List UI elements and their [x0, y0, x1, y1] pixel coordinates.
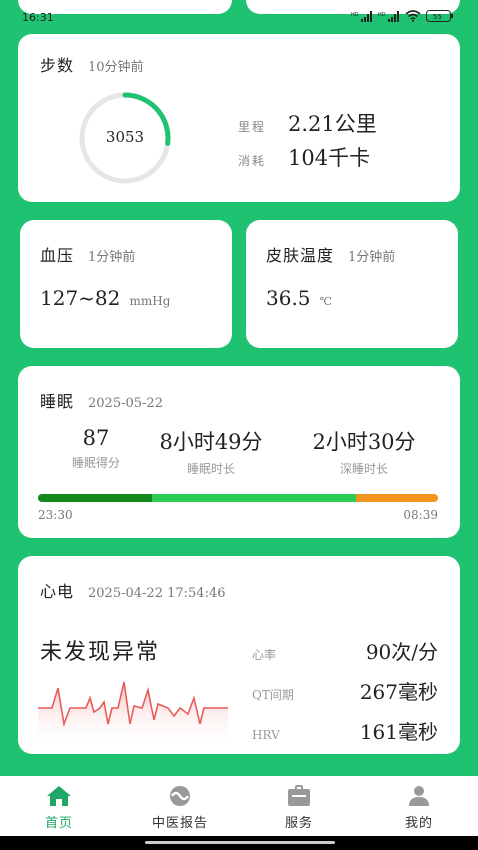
sleep-title: 睡眠	[40, 392, 75, 411]
status-bar: 16:31 HD HD 55	[22, 10, 454, 28]
sleep-duration-label: 睡眠时长	[186, 462, 235, 476]
skin-temp-value: 36.5	[266, 286, 311, 310]
qt-label: QT间期	[252, 688, 294, 702]
user-icon	[409, 786, 429, 806]
distance-label: 里程	[238, 120, 267, 134]
ecg-datetime: 2025-04-22 17:54:46	[88, 586, 226, 601]
skin-temp-title: 皮肤温度	[266, 246, 335, 265]
wifi-icon	[405, 10, 421, 22]
hr-label: 心率	[252, 648, 277, 662]
home-indicator[interactable]	[145, 841, 335, 844]
svg-text:55: 55	[433, 13, 442, 21]
qt-value: 267毫秒	[359, 680, 438, 704]
system-nav-bar	[0, 836, 478, 850]
ecg-waveform	[38, 681, 228, 748]
nav-report[interactable]: 中医报告	[135, 784, 225, 831]
steps-card[interactable]: 步数 10分钟前 3053 里程 2.21公里 消耗 104千卡	[18, 34, 460, 202]
hr-value: 90次/分	[365, 640, 438, 664]
sleep-start-time: 23:30	[38, 508, 73, 522]
sleep-date: 2025-05-22	[88, 396, 163, 411]
steps-time-ago: 10分钟前	[88, 60, 144, 75]
nav-home-label: 首页	[44, 816, 73, 831]
ecg-card[interactable]: 心电 2025-04-22 17:54:46 未发现异常 心率 90次/分 QT间…	[18, 556, 460, 754]
signal-icon-2: HD	[378, 10, 399, 22]
battery-icon: 55	[426, 10, 453, 22]
svg-text:HD: HD	[351, 12, 359, 18]
bottom-nav: 首页 中医报告 服务 我的	[0, 776, 478, 836]
sleep-card[interactable]: 睡眠 2025-05-22 87 睡眠得分 8小时49分 睡眠时长 2小时30分 …	[18, 366, 460, 538]
ecg-title: 心电	[40, 582, 75, 601]
briefcase-icon	[288, 785, 310, 806]
nav-home[interactable]: 首页	[14, 784, 104, 831]
nav-mine[interactable]: 我的	[374, 784, 464, 831]
taichi-icon	[170, 786, 190, 806]
skin-temp-card[interactable]: 皮肤温度 1分钟前 36.5 ℃	[246, 220, 458, 348]
bp-unit: mmHg	[129, 294, 171, 308]
sleep-end-time: 08:39	[403, 508, 438, 522]
hrv-label: HRV	[252, 728, 280, 742]
svg-text:HD: HD	[378, 12, 386, 18]
distance-value: 2.21公里	[288, 112, 377, 136]
status-time: 16:31	[22, 11, 54, 24]
hrv-value: 161毫秒	[359, 720, 438, 744]
bp-title: 血压	[40, 246, 75, 265]
sleep-duration: 8小时49分	[159, 430, 263, 454]
signal-icon: HD	[351, 10, 372, 22]
steps-title: 步数	[40, 56, 75, 75]
deep-sleep: 2小时30分	[312, 430, 416, 454]
nav-report-label: 中医报告	[151, 816, 208, 831]
ecg-result: 未发现异常	[40, 640, 161, 665]
nav-service[interactable]: 服务	[254, 784, 344, 831]
bp-time-ago: 1分钟前	[88, 250, 136, 265]
nav-mine-label: 我的	[404, 816, 433, 831]
calories-value: 104千卡	[288, 146, 371, 170]
sleep-segment-awake	[356, 494, 438, 502]
sleep-stage-bar	[38, 494, 438, 502]
steps-count: 3053	[105, 128, 145, 146]
calories-label: 消耗	[238, 154, 267, 168]
skin-temp-time-ago: 1分钟前	[348, 250, 396, 265]
nav-service-label: 服务	[284, 816, 313, 831]
skin-temp-unit: ℃	[319, 295, 332, 308]
deep-sleep-label: 深睡时长	[339, 462, 388, 476]
sleep-segment-light	[152, 494, 356, 502]
bp-value: 127~82	[40, 286, 121, 310]
home-icon	[47, 786, 71, 806]
blood-pressure-card[interactable]: 血压 1分钟前 127~82 mmHg	[20, 220, 232, 348]
sleep-segment-dark	[38, 494, 152, 502]
